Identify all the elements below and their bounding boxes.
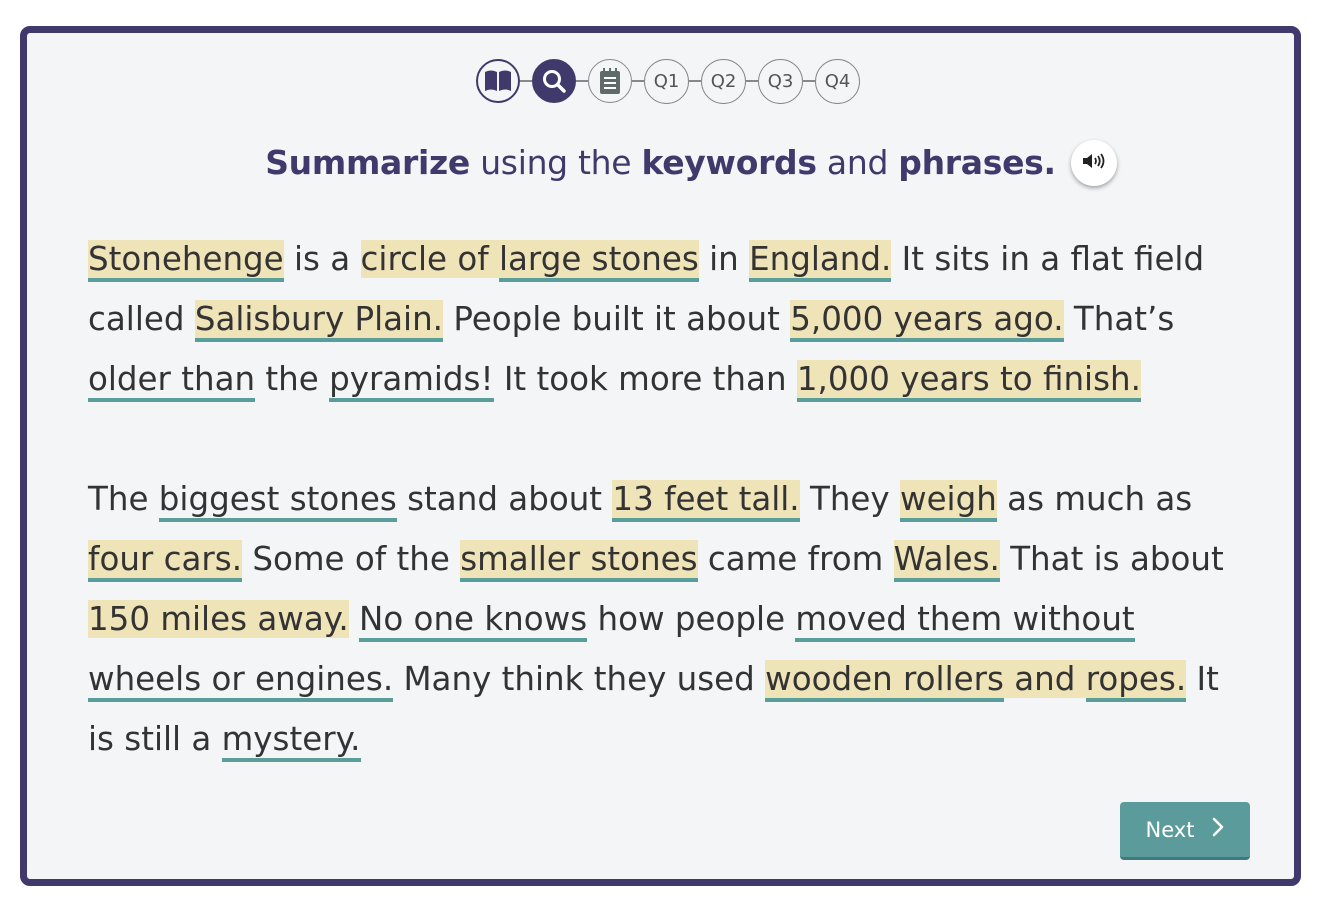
passage-text: is a [283,240,361,278]
step-navigation: Q1 Q2 Q3 Q4 [476,57,860,105]
paragraph-2: The biggest stones stand about 13 feet t… [88,469,1228,769]
keyword-phrase[interactable]: weigh [899,480,997,522]
passage-text: It took more than [493,360,797,398]
step-label: Q3 [767,70,794,92]
keyword-phrase[interactable] [1003,660,1015,698]
speaker-icon [1082,152,1106,174]
step-read[interactable] [476,59,520,103]
keyword-phrase[interactable]: Salisbury Plain. [194,300,444,342]
instruction-word: using the [470,143,642,182]
step-keywords[interactable] [532,59,576,103]
step-q1[interactable]: Q1 [644,58,689,104]
step-connector [632,80,644,82]
activity-panel: Q1 Q2 Q3 Q4 Summarize using the keywords… [20,26,1301,886]
passage-text: That is about [999,540,1224,578]
step-label: Q2 [710,70,737,92]
passage-text: Some of the [242,540,461,578]
keyword-phrase[interactable]: circle of [360,240,499,278]
search-icon [541,68,567,94]
passage-text: how people [587,600,796,638]
step-q4[interactable]: Q4 [815,58,860,104]
instruction-word: and [816,143,899,182]
keyword-phrase[interactable]: and [1014,660,1086,698]
keyword-phrase[interactable]: large stones [498,240,699,282]
audio-button[interactable] [1071,140,1117,186]
keyword-phrase[interactable]: England. [749,240,892,282]
keyword-phrase[interactable]: older than [88,360,256,402]
keyword-phrase[interactable]: No one knows [359,600,588,642]
keyword-phrase[interactable]: four cars. [88,540,243,582]
passage-text: People built it about [443,300,791,338]
next-button[interactable]: Next [1120,802,1250,860]
keyword-phrase[interactable]: 150 miles away. [88,600,349,638]
notes-icon [599,67,621,95]
step-connector [746,80,758,82]
step-connector [803,80,815,82]
keyword-phrase[interactable]: wooden rollers [765,660,1004,702]
keyword-phrase[interactable]: Stonehenge [88,240,284,282]
book-icon [483,69,513,93]
passage-text: That’s [1063,300,1175,338]
keyword-phrase[interactable]: 5,000 years ago. [790,300,1064,342]
paragraph-1: Stonehenge is a circle of large stones i… [88,229,1228,409]
next-label: Next [1145,817,1195,842]
passage-text: Many think they used [393,660,766,698]
instruction-word: Summarize [265,143,470,182]
passage-text: They [799,480,900,518]
step-q3[interactable]: Q3 [758,58,803,104]
step-connector [689,80,701,82]
keyword-phrase[interactable]: 1,000 years to finish. [796,360,1141,402]
keyword-phrase[interactable]: pyramids! [329,360,494,402]
step-connector [520,80,532,82]
step-q2[interactable]: Q2 [701,58,746,104]
passage-text [349,600,359,638]
keyword-phrase[interactable]: biggest stones [158,480,397,522]
passage-text: stand about [396,480,613,518]
instruction-word: phrases. [898,143,1056,182]
instruction-word: keywords [641,143,817,182]
passage-text: in [698,240,750,278]
keyword-phrase[interactable]: Wales. [893,540,1000,582]
passage-text: as much as [996,480,1193,518]
passage-text: the [255,360,330,398]
passage-text: The [88,480,159,518]
step-connector [576,80,588,82]
step-summary[interactable] [588,59,632,103]
step-label: Q1 [653,70,680,92]
chevron-right-icon [1212,817,1224,842]
step-label: Q4 [824,70,851,92]
keyword-phrase[interactable]: mystery. [221,720,361,762]
reading-passage: Stonehenge is a circle of large stones i… [88,229,1228,769]
keyword-phrase[interactable]: smaller stones [460,540,698,582]
keyword-phrase[interactable]: ropes. [1085,660,1187,702]
passage-text: came from [697,540,894,578]
keyword-phrase[interactable]: 13 feet tall. [612,480,800,522]
